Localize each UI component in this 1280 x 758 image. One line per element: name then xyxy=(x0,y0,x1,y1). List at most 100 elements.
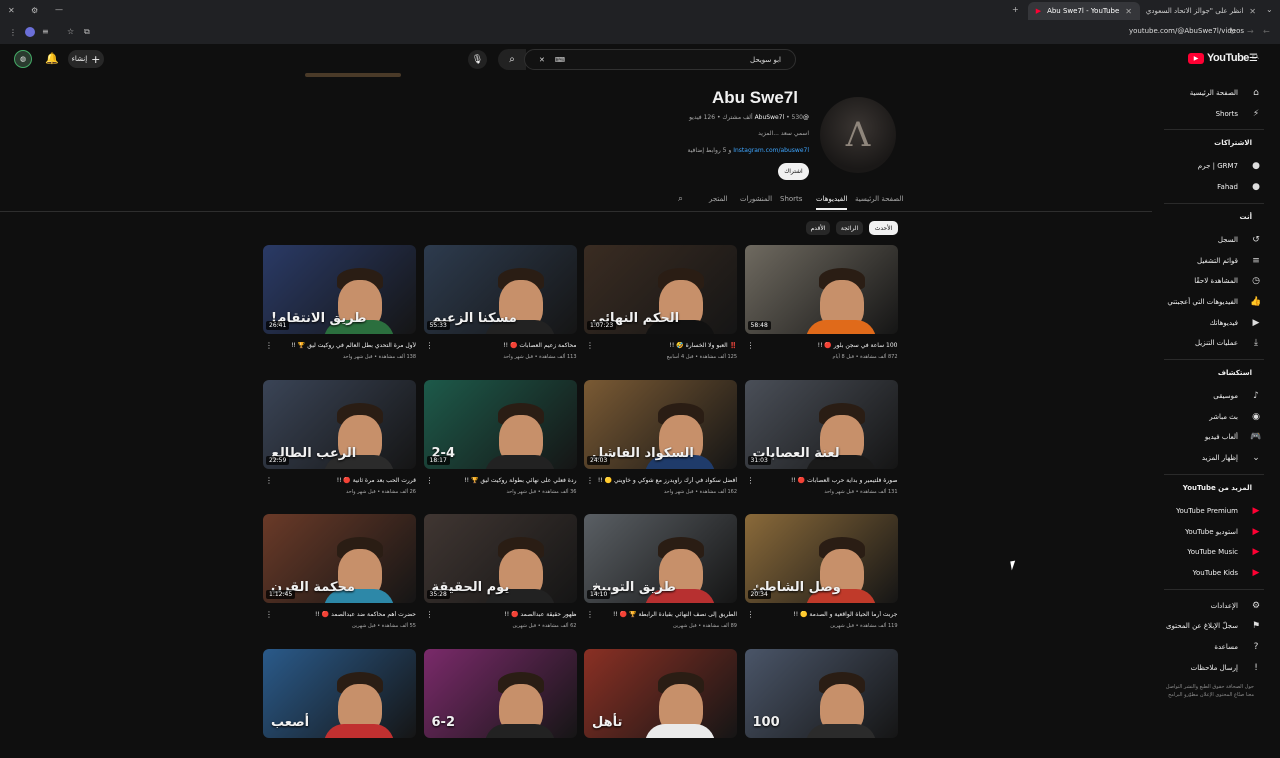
video-title[interactable]: محاكمة زعيم العصابات 🔴 !! xyxy=(424,342,576,352)
chip-oldest[interactable]: الأقدم xyxy=(806,221,830,235)
chip-latest[interactable]: الأحدث xyxy=(869,221,898,235)
back-icon[interactable]: ← xyxy=(1263,27,1270,36)
video-title[interactable]: صورة فلتيمير و بداية حرب العصابات 🔴 !! xyxy=(745,477,897,487)
sidebar-item-yt-music[interactable]: ▶ YouTube Music xyxy=(1160,543,1264,561)
sidebar-item-your-videos[interactable]: ▶ فيديوهاتك xyxy=(1160,314,1264,332)
instagram-link[interactable]: Instagram.com/abuswe7l xyxy=(733,147,809,154)
url-text[interactable]: youtube.com/@AbuSwe7l/videos xyxy=(1129,27,1244,35)
minimize-icon[interactable]: — xyxy=(55,5,63,14)
new-tab-icon[interactable]: + xyxy=(1012,5,1019,14)
sidebar-footer[interactable]: حول الصحافة حقوق الطبع والنشر التواصل مع… xyxy=(1164,683,1254,699)
more-options-icon[interactable]: ⋮ xyxy=(265,610,273,619)
window-icon[interactable]: ⚙ xyxy=(31,6,38,15)
sidebar-item-studio[interactable]: ▶ استوديو YouTube xyxy=(1160,523,1264,541)
sidebar-item-watch-later[interactable]: ◷ المشاهدة لاحقًا xyxy=(1160,272,1264,290)
more-options-icon[interactable]: ⋮ xyxy=(747,610,755,619)
bookmark-star-icon[interactable]: ☆ xyxy=(67,27,74,36)
video-title[interactable]: الطريق إلى نصف النهائي بقيادة الرابطة 🏆 … xyxy=(584,611,737,621)
sidebar-item-music[interactable]: ♪ موسيقى xyxy=(1160,387,1264,405)
channel-description[interactable]: اسمي سعد ...المزيد xyxy=(758,130,809,137)
more-links[interactable]: و 5 روابط إضافية xyxy=(688,147,732,154)
tab-home[interactable]: الصفحة الرئيسية xyxy=(855,195,903,203)
video-card[interactable]: لعنة العصابات 31:03 صورة فلتيمير و بداية ح… xyxy=(744,379,898,495)
video-card[interactable]: يوم الحقيقة 35:28 ظهور حقيقة عبدالصمد 🔴 !!… xyxy=(423,514,577,629)
video-title[interactable]: لأول مرة التحدي بطل العالم في روكيت ليق … xyxy=(263,342,416,352)
video-card[interactable]: 6-2 xyxy=(423,648,577,758)
more-options-icon[interactable]: ⋮ xyxy=(426,476,434,485)
video-title[interactable]: جربت أرما الحياة الواقعية و الصدمة 🟡 !! xyxy=(745,611,897,621)
video-card[interactable]: الرعب الطالع 22:59 قررت الحب بعد مرة ثانية… xyxy=(263,379,416,495)
tab-shorts[interactable]: Shorts xyxy=(780,195,802,203)
create-button[interactable]: إنشاء + xyxy=(68,50,104,68)
account-avatar[interactable]: ◍ xyxy=(14,50,32,68)
subscribe-button[interactable]: اشتراك xyxy=(778,163,809,180)
video-thumbnail[interactable]: 100 xyxy=(744,648,898,738)
video-thumbnail[interactable]: طريق الانتقام! 26:41 xyxy=(263,245,416,334)
video-title[interactable] xyxy=(745,746,898,756)
tab-videos[interactable]: الفيديوهات xyxy=(816,195,848,210)
video-card[interactable]: 100 xyxy=(744,648,898,758)
video-thumbnail[interactable]: يوم الحقيقة 35:28 xyxy=(423,514,577,603)
video-title[interactable]: أفضل سكواد في أرك راويدرز مع شوكي و خاوي… xyxy=(584,477,737,487)
video-thumbnail[interactable]: مسكنا الزعيم 55:33 xyxy=(423,245,577,334)
more-options-icon[interactable]: ⋮ xyxy=(747,476,755,485)
video-title[interactable] xyxy=(263,746,416,756)
video-title[interactable]: قررت الحب بعد مرة ثانية 🔴 !! xyxy=(263,477,416,487)
extensions-icon[interactable]: ≡ xyxy=(42,27,49,36)
video-thumbnail[interactable]: محكمة القرن 1:12:45 xyxy=(263,514,416,603)
sidebar-item-report-history[interactable]: ⚑ سجلّ الإبلاغ عن المحتوى xyxy=(1160,617,1264,635)
sidebar-item-premium[interactable]: ▶ YouTube Premium xyxy=(1160,502,1264,520)
video-card[interactable]: طريق التوبيخ 14:10 الطريق إلى نصف النهائي … xyxy=(584,514,737,629)
search-input[interactable]: ابو سويحل ⌨ ✕ xyxy=(524,49,796,70)
video-thumbnail[interactable]: وصل الشاطئ 20:34 xyxy=(744,514,898,603)
more-options-icon[interactable]: ⋮ xyxy=(586,341,594,350)
reload-icon[interactable]: ↻ xyxy=(1229,27,1236,36)
more-options-icon[interactable]: ⋮ xyxy=(265,341,273,350)
close-tab-icon[interactable]: ✕ xyxy=(1249,7,1256,16)
sidebar-item-playlists[interactable]: ≡ قوائم التشغيل xyxy=(1160,252,1264,270)
sidebar-item-shorts[interactable]: ⚡ Shorts xyxy=(1160,105,1264,123)
sidebar-item-yt-kids[interactable]: ▶ YouTube Kids xyxy=(1160,564,1264,582)
close-tab-icon[interactable]: ✕ xyxy=(1125,7,1132,16)
sidebar-item-feedback[interactable]: ! إرسال ملاحظات xyxy=(1160,659,1264,677)
sidebar-item-live[interactable]: ◉ بث مباشر xyxy=(1160,408,1264,426)
video-card[interactable]: تأهل xyxy=(584,648,737,758)
sidebar-item-sub-fahad[interactable]: ● Fahad xyxy=(1160,178,1264,196)
explore-heading[interactable]: استكشاف xyxy=(1218,369,1252,377)
sidebar-item-show-more[interactable]: ⌄ إظهار المزيد xyxy=(1160,449,1264,467)
video-thumbnail[interactable]: الحكم النهائي 1:07:23 xyxy=(584,245,737,334)
more-options-icon[interactable]: ⋮ xyxy=(747,341,755,350)
sidebar-item-gaming[interactable]: 🎮 ألعاب فيديو xyxy=(1160,428,1264,446)
video-title[interactable]: حضرت أهم محاكمة ضد عبدالصمد 🔴 !! xyxy=(263,611,416,621)
video-card[interactable]: طريق الانتقام! 26:41 لأول مرة التحدي بطل ا… xyxy=(263,245,416,360)
video-title[interactable]: ‼️ العبو ولا الخسارة 🤣 !! xyxy=(584,342,738,352)
video-card[interactable]: 2-4 18:17 ردة فعلي على نهائي بطولة روكيت ل… xyxy=(423,379,577,495)
sidebar-item-liked[interactable]: 👍 الفيديوهات التي أعجبتني xyxy=(1160,293,1264,311)
video-card[interactable]: وصل الشاطئ 20:34 جربت أرما الحياة الواقعية… xyxy=(744,514,898,629)
video-thumbnail[interactable]: لعنة العصابات 31:03 xyxy=(744,379,898,469)
tab-store[interactable]: المتجر xyxy=(709,195,728,203)
keyboard-icon[interactable]: ⌨ xyxy=(555,56,565,64)
tab-posts[interactable]: المنشورات xyxy=(740,195,772,203)
video-thumbnail[interactable]: السكواد الفاشل 24:03 xyxy=(584,379,737,469)
video-card[interactable]: مسكنا الزعيم 55:33 محاكمة زعيم العصابات 🔴 … xyxy=(423,245,577,360)
sidebar-item-home[interactable]: ⌂ الصفحة الرئيسية xyxy=(1160,84,1264,102)
sidebar-item-downloads[interactable]: ⤓ عمليات التنزيل xyxy=(1160,334,1264,352)
search-button[interactable]: ⌕ xyxy=(498,49,526,70)
video-card[interactable]: الحكم النهائي 1:07:23 ‼️ العبو ولا الخسارة… xyxy=(584,245,737,360)
hamburger-menu-icon[interactable]: ☰ xyxy=(1249,53,1258,64)
chip-popular[interactable]: الرائجة xyxy=(836,221,863,235)
video-title[interactable] xyxy=(424,746,577,756)
more-from-youtube-heading[interactable]: المزيد من YouTube xyxy=(1183,484,1252,492)
video-thumbnail[interactable]: الرعب الطالع 22:59 xyxy=(263,379,416,469)
video-thumbnail[interactable]: طريق التوبيخ 14:10 xyxy=(584,514,737,603)
notifications-bell-icon[interactable]: 🔔 xyxy=(45,52,59,65)
more-options-icon[interactable]: ⋮ xyxy=(265,476,273,485)
you-heading[interactable]: أنت xyxy=(1240,213,1252,221)
channel-avatar[interactable]: Λ xyxy=(820,97,896,173)
more-options-icon[interactable]: ⋮ xyxy=(426,610,434,619)
more-options-icon[interactable]: ⋮ xyxy=(586,610,594,619)
browser-tab-active[interactable]: ✕ Abu Swe7l - YouTube ▶ xyxy=(1028,2,1140,20)
browser-tab[interactable]: ✕ انظر على "جوالز الاتحاد السعودي" xyxy=(1146,2,1264,20)
chevron-down-icon[interactable]: ⌄ xyxy=(1266,5,1273,14)
